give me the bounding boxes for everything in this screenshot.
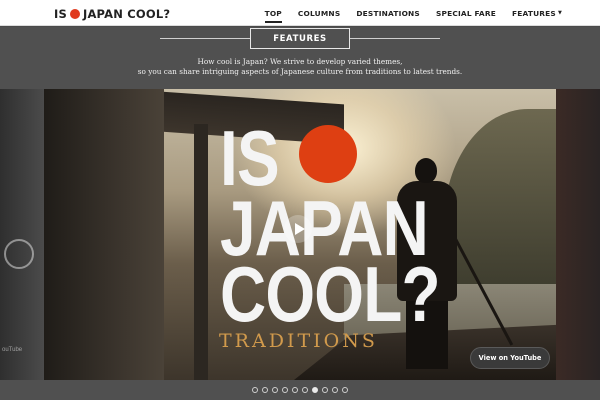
site-logo[interactable]: IS JAPAN COOL? [54, 6, 170, 22]
nav-features-label: FEATURES [512, 8, 556, 18]
features-intro-line2: so you can share intriguing aspects of J… [137, 67, 463, 76]
features-heading: FEATURES [250, 28, 350, 49]
carousel-pager [0, 380, 600, 400]
slide-pillar [194, 124, 208, 380]
pager-dot[interactable] [342, 387, 348, 393]
features-divider-right [350, 38, 440, 39]
logo-text-is: IS [54, 7, 67, 21]
carousel-prev-slide[interactable]: ouTube [0, 89, 44, 380]
nav-top[interactable]: TOP [257, 0, 290, 26]
slide-boatman-head [415, 158, 437, 183]
pager-dot[interactable] [262, 387, 268, 393]
nav-columns-label: COLUMNS [297, 8, 341, 18]
view-on-youtube-button[interactable]: View on YouTube [470, 347, 550, 369]
features-section: FEATURES How cool is Japan? We strive to… [0, 27, 600, 89]
slide-subtitle: TRADITIONS [219, 330, 378, 352]
nav-top-label: TOP [264, 8, 282, 18]
pager-dot[interactable] [292, 387, 298, 393]
slide-pillar-left [44, 89, 164, 380]
main-nav: TOP COLUMNS DESTINATIONS SPECIAL FARE FE… [257, 0, 570, 26]
nav-special-fare-label: SPECIAL FARE [435, 8, 496, 18]
pager-dot[interactable] [252, 387, 258, 393]
slide-title-cool: COOL? [220, 250, 441, 338]
prev-slide-peek-text: ouTube [2, 347, 23, 353]
feature-carousel: ouTube IS JAPAN COOL? TRADITIONS View on… [0, 89, 600, 380]
nav-columns[interactable]: COLUMNS [290, 0, 348, 26]
pager-dot[interactable] [282, 387, 288, 393]
play-icon[interactable] [284, 215, 312, 243]
video-slide[interactable]: IS JAPAN COOL? TRADITIONS View on YouTub… [44, 89, 556, 380]
logo-sun-dot [69, 9, 80, 19]
features-divider-left [160, 38, 250, 39]
pager-dot[interactable] [332, 387, 338, 393]
slide-hill [444, 109, 556, 299]
site-header: IS JAPAN COOL? TOP COLUMNS DESTINATIONS … [0, 0, 600, 26]
pager-dot[interactable] [322, 387, 328, 393]
rising-sun-icon [299, 125, 357, 183]
nav-destinations-label: DESTINATIONS [356, 8, 420, 18]
nav-features[interactable]: FEATURES ▼ [504, 0, 570, 26]
carousel-next-slide[interactable] [556, 89, 600, 380]
caret-down-icon: ▼ [557, 10, 562, 16]
logo-text-japan-cool: JAPAN COOL? [82, 7, 171, 21]
nav-destinations[interactable]: DESTINATIONS [348, 0, 428, 26]
pager-dot[interactable] [272, 387, 278, 393]
pager-dot[interactable] [302, 387, 308, 393]
cloud-icon [4, 239, 34, 269]
nav-special-fare[interactable]: SPECIAL FARE [428, 0, 504, 26]
features-intro-line1: How cool is Japan? We strive to develop … [197, 57, 403, 66]
pager-dot[interactable] [312, 387, 318, 393]
